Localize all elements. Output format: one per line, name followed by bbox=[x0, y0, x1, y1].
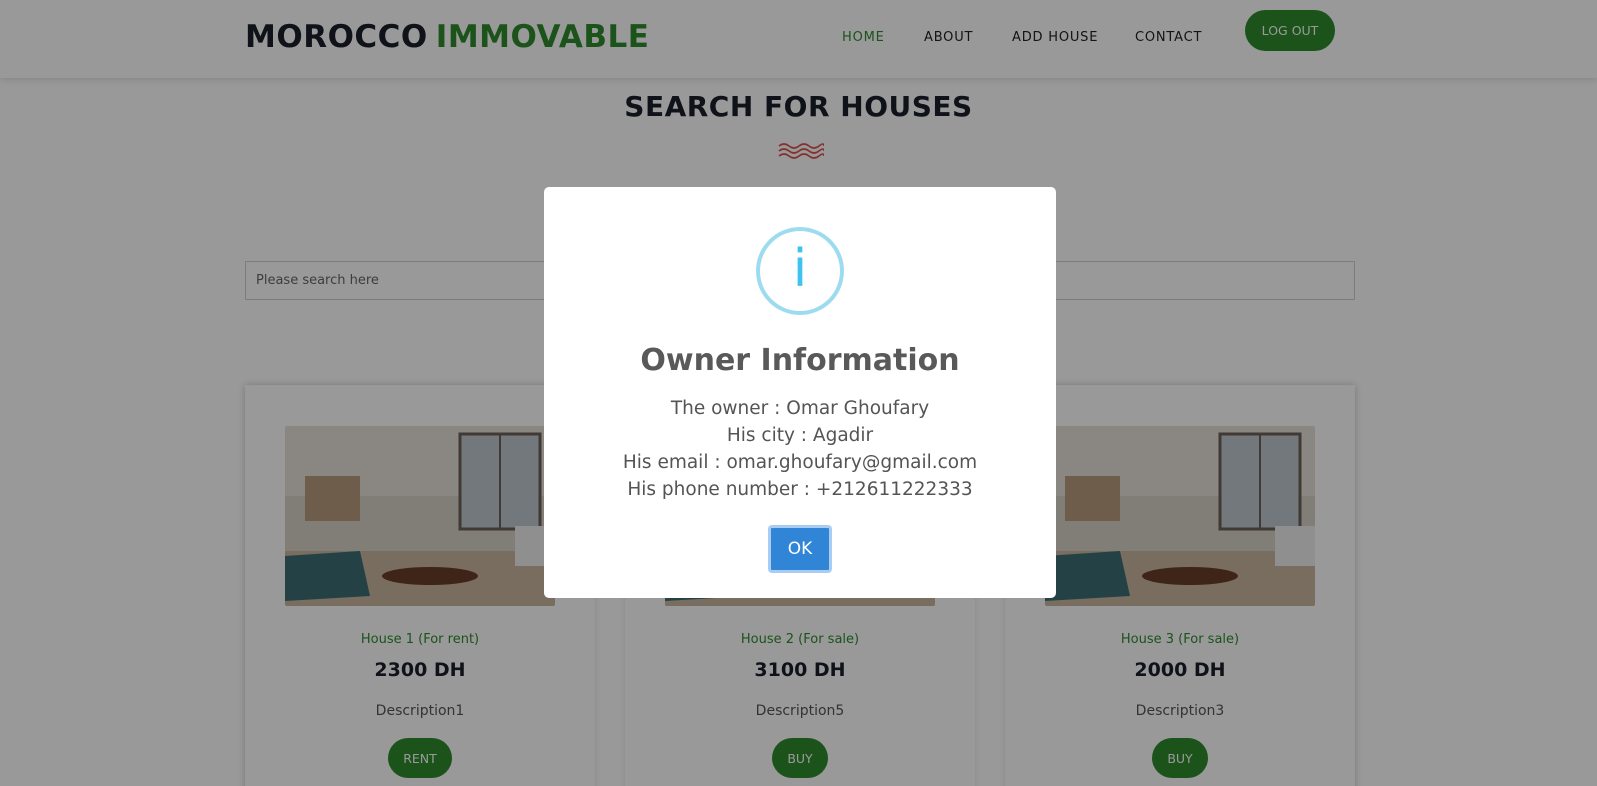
owner-phone: His phone number : +212611222333 bbox=[627, 479, 973, 500]
info-icon: i bbox=[756, 227, 844, 315]
ok-button[interactable]: OK bbox=[768, 525, 832, 573]
info-icon-glyph: i bbox=[792, 239, 808, 299]
owner-info-dialog: i Owner Information The owner : Omar Gho… bbox=[544, 187, 1056, 598]
owner-email: His email : omar.ghoufary@gmail.com bbox=[622, 452, 978, 473]
owner-name: The owner : Omar Ghoufary bbox=[670, 398, 930, 419]
dialog-title: Owner Information bbox=[640, 343, 960, 378]
owner-city: His city : Agadir bbox=[726, 425, 874, 446]
owner-details: The owner : Omar Ghoufary His city : Aga… bbox=[544, 395, 1056, 503]
